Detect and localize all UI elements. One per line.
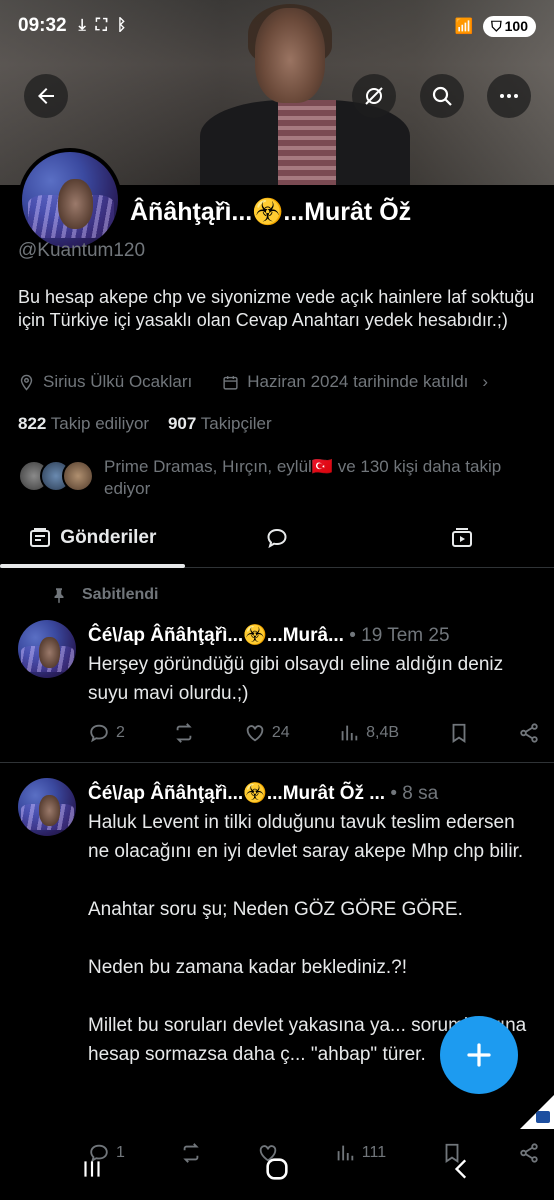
recent-apps-button[interactable] [62, 1149, 122, 1189]
wifi-icon: 📶 [454, 18, 474, 35]
replies-icon [267, 528, 287, 548]
post-author-name[interactable]: Ĉé\/ap Âñâhţąřì...☣️...Murâ... [88, 625, 344, 646]
back-button[interactable] [24, 74, 68, 118]
share-icon [520, 723, 538, 743]
pinned-label: Sabitlendi [82, 586, 159, 603]
profile-tabs: Gönderiler [0, 508, 554, 568]
recent-apps-icon [84, 1161, 100, 1177]
screenshot-icon: ⛶ [95, 17, 107, 34]
reply-icon [90, 724, 108, 743]
views-button[interactable]: 8,4B [338, 722, 399, 744]
post-author-name[interactable]: Ĉé\/ap Âñâhţąřì...☣️...Murât Õž ... [88, 783, 385, 804]
profile-location: Sirius Ülkü Ocakları [43, 372, 193, 391]
followed-by-text: Prime Dramas, Hırçın, eylül🇹🇷 ve 130 kiş… [104, 457, 502, 498]
heart-icon [246, 725, 264, 742]
following-link[interactable]: 822 Takip ediliyor [18, 414, 149, 433]
followed-by[interactable]: Prime Dramas, Hırçın, eylül🇹🇷 ve 130 kiş… [18, 456, 544, 500]
profile-meta: Sirius Ülkü Ocakları Haziran 2024 tarihi… [18, 372, 488, 392]
download-icon: ⤓ [78, 17, 86, 34]
avatar-face [58, 178, 94, 229]
profile-bio: Bu hesap akepe chp ve siyonizme vede açı… [18, 287, 535, 330]
more-button[interactable] [487, 74, 531, 118]
status-time: 09:32 [18, 15, 67, 36]
post-avatar[interactable] [18, 620, 76, 678]
calendar-icon [223, 375, 238, 390]
badge-icon [536, 1111, 550, 1123]
grok-icon [365, 87, 383, 105]
follow-stats: 822 Takip ediliyor 907 Takipçiler [18, 414, 272, 434]
battery-level: 100 [504, 18, 528, 34]
post-timestamp: • 8 sa [390, 783, 439, 804]
post-header: Ĉé\/ap Âñâhţąřì...☣️...Murâ... • 19 Tem … [88, 623, 450, 647]
views-icon [341, 725, 358, 741]
corner-badge [520, 1095, 554, 1129]
following-count: 822 [18, 414, 47, 433]
grok-button[interactable] [352, 74, 396, 118]
tab-posts-label: Gönderiler [60, 526, 157, 548]
status-left-icons: ⤓ ⛶ ᛒ [79, 17, 127, 35]
battery-indicator: ⛉ 100 [483, 15, 536, 37]
like-count: 24 [271, 724, 290, 741]
compose-button[interactable] [440, 1016, 518, 1094]
bookmark-icon [452, 723, 465, 743]
chevron-right-icon[interactable]: › [482, 372, 488, 392]
media-icon [451, 527, 472, 547]
home-icon [266, 1158, 288, 1180]
status-right-icons: 📶 ⛉ 100 [454, 15, 536, 37]
avatar-image [22, 152, 118, 248]
tab-media[interactable] [369, 508, 554, 567]
display-name: Âñâhţąřì...☣️...Murât Õž [130, 198, 412, 226]
post-divider [0, 762, 554, 763]
location-icon [20, 374, 33, 391]
user-handle: @Kuantum120 [18, 240, 146, 261]
search-icon [432, 86, 452, 106]
more-icon [500, 94, 518, 98]
search-button[interactable] [420, 74, 464, 118]
plus-icon [467, 1043, 491, 1067]
tab-replies[interactable] [185, 508, 370, 567]
reply-count: 2 [116, 724, 125, 741]
banner-person-scarf [278, 100, 336, 185]
profile-joined: Haziran 2024 tarihinde katıldı [247, 372, 469, 391]
battery-icon: ⛉ [491, 17, 502, 34]
repost-icon [176, 723, 193, 743]
tab-posts[interactable]: Gönderiler [0, 508, 185, 568]
bluetooth-icon: ᛒ [116, 17, 127, 34]
post-timestamp: • 19 Tem 25 [349, 625, 450, 646]
repost-button[interactable] [173, 722, 195, 744]
like-button[interactable]: 24 [244, 722, 290, 744]
pinned-indicator: Sabitlendi [50, 586, 158, 604]
system-nav-bar [0, 1138, 554, 1200]
followers-link[interactable]: 907 Takipçiler [168, 414, 272, 433]
posts-icon [30, 527, 51, 547]
reply-button[interactable]: 2 [88, 722, 125, 744]
post-header: Ĉé\/ap Âñâhţąřì...☣️...Murât Õž ... • 8 … [88, 781, 438, 805]
share-button[interactable] [518, 722, 540, 744]
post-actions: 2 24 8,4B [88, 722, 540, 744]
pin-icon [54, 588, 64, 604]
avatar [62, 460, 94, 492]
views-count: 8,4B [366, 724, 400, 741]
bookmark-button[interactable] [448, 722, 470, 744]
followed-by-avatars [18, 460, 94, 492]
post-avatar[interactable] [18, 778, 76, 836]
profile-avatar[interactable] [18, 148, 122, 252]
status-bar: 09:32 ⤓ ⛶ ᛒ 📶 ⛉ 100 [0, 0, 554, 52]
arrow-left-icon [38, 88, 54, 104]
following-label: Takip ediliyor [50, 414, 150, 433]
back-nav-icon [454, 1159, 466, 1179]
followers-count: 907 [167, 414, 197, 433]
home-button[interactable] [247, 1149, 307, 1189]
back-nav-button[interactable] [432, 1149, 492, 1189]
followers-label: Takipçiler [200, 414, 272, 433]
post-text: Herşey göründüğü gibi olsaydı eline aldı… [88, 654, 504, 704]
